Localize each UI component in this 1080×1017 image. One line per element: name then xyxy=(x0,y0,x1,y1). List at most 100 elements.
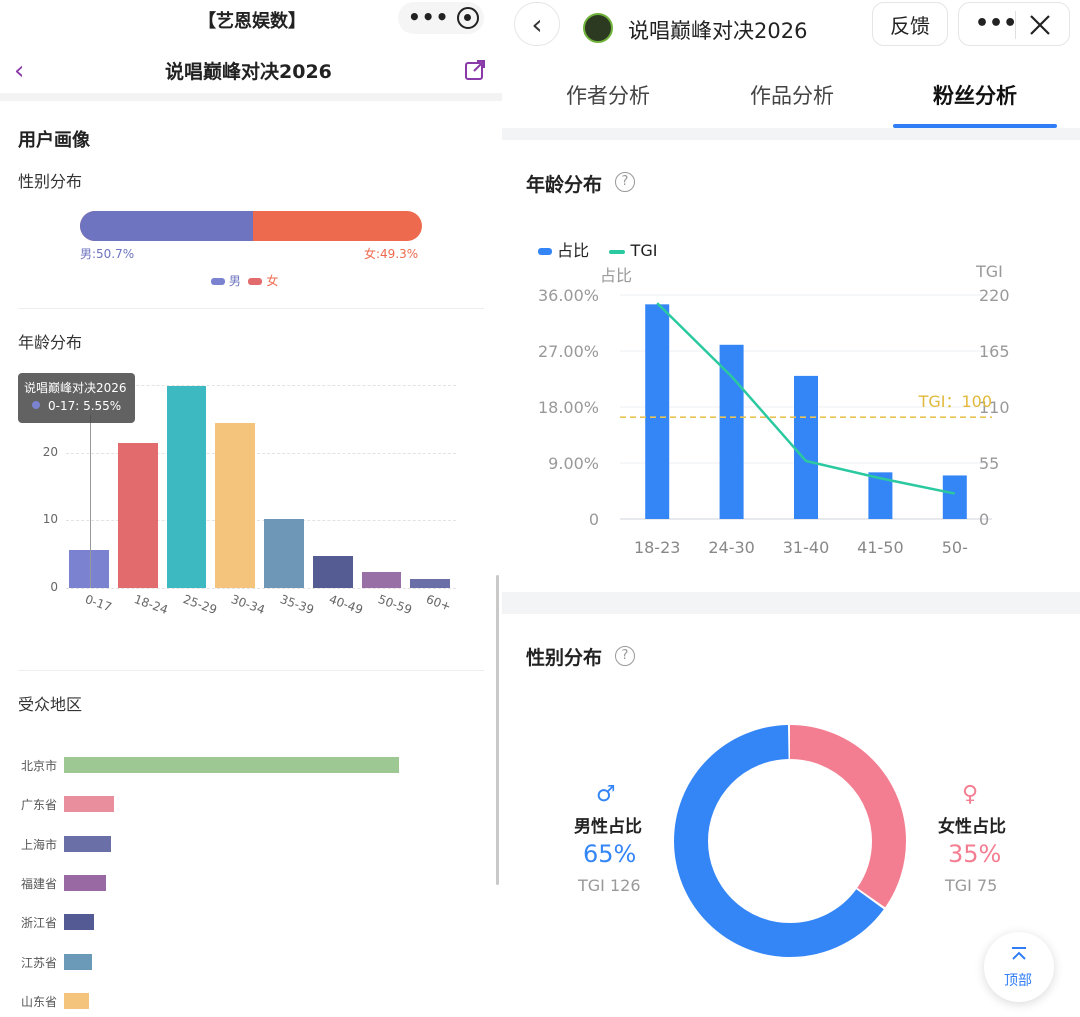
tab-fan-analysis[interactable]: 粉丝分析 xyxy=(933,80,1017,110)
region-label: 福建省 xyxy=(21,876,58,891)
chevron-left-icon: ‹ xyxy=(531,7,543,41)
x-tick-label: 50- xyxy=(942,538,968,557)
left-tick-label: 18.00% xyxy=(538,398,599,417)
male-tgi: TGI 126 xyxy=(578,876,641,895)
window-controls: ••• xyxy=(958,2,1070,46)
show-avatar xyxy=(583,13,613,43)
region-title: 受众地区 xyxy=(18,695,83,714)
male-title: 男性占比 xyxy=(574,817,642,837)
close-target-icon[interactable] xyxy=(457,7,479,29)
right-tick-label: 0 xyxy=(979,510,989,529)
age-bar[interactable] xyxy=(166,385,207,588)
x-tick-label: 40-49 xyxy=(326,592,365,618)
female-value: 35% xyxy=(948,840,1002,868)
share-icon[interactable] xyxy=(464,59,486,81)
x-tick-label: 35-39 xyxy=(278,592,316,618)
section-title: 用户画像 xyxy=(18,130,90,151)
close-icon[interactable] xyxy=(1029,14,1051,36)
back-icon[interactable]: ‹ xyxy=(14,56,24,86)
right-tick-label: 165 xyxy=(979,342,1010,361)
age-title: 年龄分布 xyxy=(18,333,83,352)
male-percent-label: 男:50.7% xyxy=(80,247,135,261)
fan-age-combo-chart: 0 09.00% 5518.00% 11027.00% 16536.00% 22018-2… xyxy=(538,286,1010,557)
region-label: 浙江省 xyxy=(21,916,58,931)
region-bar-chart: 北京市 广东省 上海市 福建省 浙江省 江苏省 山东省 xyxy=(0,740,480,1017)
x-tick-label: 30-34 xyxy=(229,592,268,618)
left-tick-label: 36.00% xyxy=(538,286,599,305)
age-bar[interactable] xyxy=(117,442,158,588)
more-icon[interactable]: ••• xyxy=(975,11,1017,36)
right-tick-label: 55 xyxy=(979,454,999,473)
age-bar[interactable] xyxy=(215,422,255,588)
region-label: 广东省 xyxy=(21,798,58,813)
age-bar[interactable] xyxy=(410,578,450,588)
tooltip-dot xyxy=(32,401,40,409)
gender-title: 性别分布 xyxy=(18,172,83,191)
gender-bar-male xyxy=(80,211,254,241)
legend-male: 男 xyxy=(228,274,241,288)
left-panel: 【艺恩娱数】 ••• ‹ 说唱巅峰对决2026 用户画像 性别分布 男:50.7… xyxy=(0,0,502,1017)
age-bar[interactable] xyxy=(264,518,304,588)
region-bar[interactable] xyxy=(64,992,90,1009)
x-tick-label: 60+ xyxy=(424,592,454,614)
more-icon[interactable]: ••• xyxy=(408,5,449,29)
header-divider xyxy=(0,93,502,101)
share-bar[interactable] xyxy=(794,375,818,519)
share-bar[interactable] xyxy=(942,475,967,519)
y-tick-label: 10 xyxy=(42,512,58,527)
legend-female: 女 xyxy=(266,274,279,288)
age-bar[interactable] xyxy=(69,550,109,588)
legend-share: 占比 xyxy=(557,241,590,260)
gender-bar xyxy=(80,211,422,241)
share-bar[interactable] xyxy=(645,304,670,519)
tgi-reference-label: TGI：100 xyxy=(918,392,992,411)
app-title: 【艺恩娱数】 xyxy=(198,11,306,32)
x-tick-label: 18-23 xyxy=(634,538,681,557)
feedback-button[interactable]: 反馈 xyxy=(872,2,948,46)
region-bar[interactable] xyxy=(64,914,95,931)
left-tick-label: 27.00% xyxy=(538,342,599,361)
legend-tgi: TGI xyxy=(630,241,658,260)
region-bar[interactable] xyxy=(64,953,93,970)
back-to-top-label: 顶部 xyxy=(1004,973,1032,989)
page-title: 说唱巅峰对决2026 xyxy=(165,61,332,83)
gender-title: 性别分布 xyxy=(526,647,603,669)
scrollbar[interactable] xyxy=(496,575,499,885)
divider xyxy=(502,592,1080,614)
help-icon[interactable]: ? xyxy=(615,646,635,666)
x-tick-label: 0-17 xyxy=(83,592,114,615)
y-tick-label: 20 xyxy=(42,444,58,459)
arrow-up-icon xyxy=(1012,947,1026,960)
age-tooltip: 说唱巅峰对决2026 0-17: 5.55% xyxy=(18,373,135,423)
legend-line-swatch xyxy=(609,249,626,254)
male-value: 65% xyxy=(583,840,637,868)
share-bar[interactable] xyxy=(719,344,744,519)
female-title: 女性占比 xyxy=(938,817,1006,837)
tab-work-analysis[interactable]: 作品分析 xyxy=(750,80,834,110)
x-tick-label: 24-30 xyxy=(708,538,755,557)
tab-author-analysis[interactable]: 作者分析 xyxy=(566,80,650,110)
right-panel: ‹ 说唱巅峰对决2026 反馈 ••• 作者分析 作品分析 粉丝分析 年龄分布 … xyxy=(502,0,1080,1017)
age-title: 年龄分布 xyxy=(526,174,603,196)
female-percent-label: 女:49.3% xyxy=(364,247,419,261)
age-bar[interactable] xyxy=(361,571,402,588)
help-icon[interactable]: ? xyxy=(615,172,635,192)
region-label: 上海市 xyxy=(21,837,58,852)
region-bar[interactable] xyxy=(64,796,115,813)
right-tick-label: 220 xyxy=(979,286,1010,305)
age-bar[interactable] xyxy=(312,555,353,588)
region-label: 北京市 xyxy=(21,759,58,773)
region-bar[interactable] xyxy=(64,835,111,852)
gender-legend: 男 女 xyxy=(211,272,278,289)
chart-legend: 占比 TGI xyxy=(538,237,657,261)
male-symbol-icon: ♂ xyxy=(596,782,616,807)
x-tick-label: 18-24 xyxy=(131,592,170,618)
region-bar[interactable] xyxy=(64,757,399,773)
x-tick-label: 31-40 xyxy=(783,538,830,557)
back-to-top-button[interactable]: 顶部 xyxy=(984,932,1054,1002)
tooltip-value: 0-17: 5.55% xyxy=(48,399,122,413)
back-button[interactable]: ‹ xyxy=(514,2,560,46)
window-title: 说唱巅峰对决2026 xyxy=(628,19,808,43)
region-bar[interactable] xyxy=(64,874,106,891)
left-tick-label: 9.00% xyxy=(548,454,599,473)
